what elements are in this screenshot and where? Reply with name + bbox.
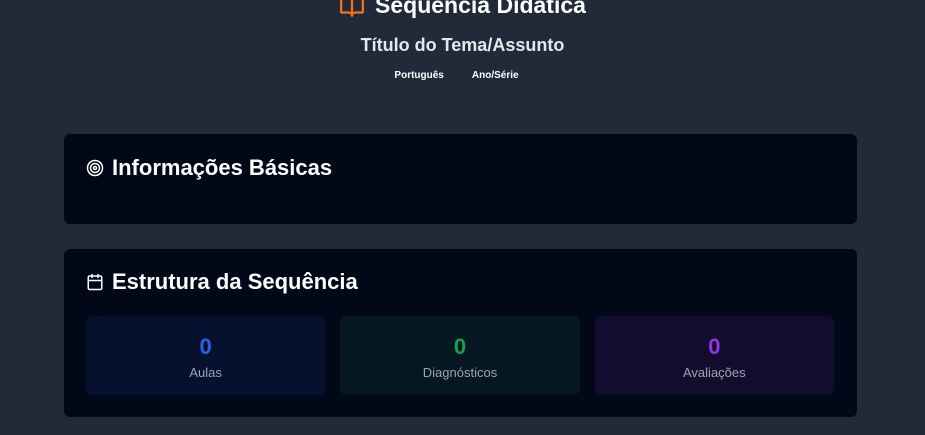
- stat-assessments-label: Avaliações: [683, 364, 746, 380]
- topic-title: Título do Tema/Assunto: [360, 35, 565, 55]
- page-header: Sequência Didática Título do Tema/Assunt…: [0, 0, 925, 110]
- stat-diagnostics-label: Diagnósticos: [422, 364, 498, 380]
- basic-info-card: Informações Básicas: [64, 134, 857, 224]
- stat-diagnostics-value: 0: [453, 333, 467, 359]
- grade-label: Ano/Série: [471, 70, 519, 81]
- calendar-icon: [86, 273, 104, 291]
- meta-row: Português Ano/Série: [0, 70, 925, 81]
- book-open-icon: [339, 0, 365, 19]
- structure-card: Estrutura da Sequência 0 Aulas 0 Diagnós…: [64, 249, 857, 417]
- stat-assessments: 0 Avaliações: [594, 316, 834, 395]
- basic-info-heading: Informações Básicas: [86, 155, 332, 181]
- stat-lessons-value: 0: [199, 333, 212, 359]
- target-icon: [86, 159, 104, 177]
- app-title-text: Sequência Didática: [375, 0, 586, 18]
- structure-heading: Estrutura da Sequência: [86, 269, 358, 295]
- app-title: Sequência Didática: [0, 0, 925, 19]
- stat-lessons: 0 Aulas: [86, 316, 326, 395]
- basic-info-title: Informações Básicas: [112, 155, 333, 180]
- stat-diagnostics: 0 Diagnósticos: [340, 316, 580, 395]
- stats-row: 0 Aulas 0 Diagnósticos 0 Avaliações: [86, 316, 834, 395]
- stat-lessons-label: Aulas: [189, 364, 222, 380]
- subject-label: Português: [394, 70, 444, 81]
- stat-assessments-value: 0: [708, 333, 721, 359]
- structure-title: Estrutura da Sequência: [112, 269, 358, 294]
